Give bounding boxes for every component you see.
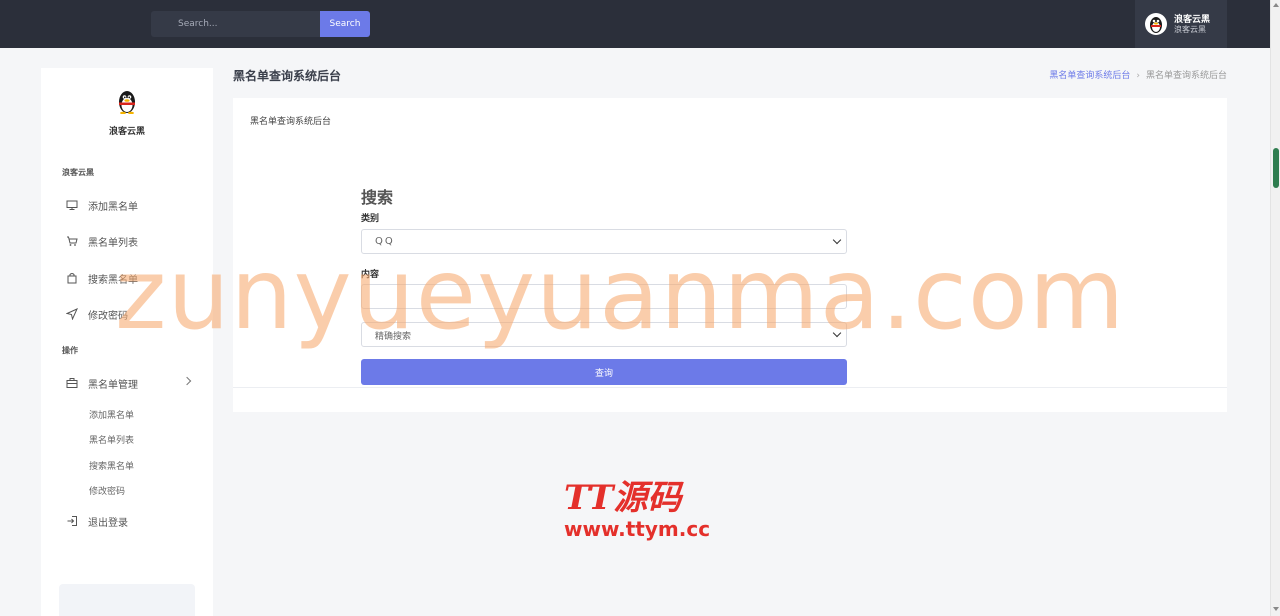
form-heading: 搜索 <box>361 188 394 207</box>
sidebar-item-blacklist[interactable]: 黑名单列表 <box>41 228 213 254</box>
page-title: 黑名单查询系统后台 <box>233 69 342 83</box>
category-label: 类别 <box>361 214 380 224</box>
search-input[interactable] <box>151 11 321 37</box>
search-bar: Search <box>151 11 370 37</box>
sidebar-item-label: 黑名单管理 <box>88 379 138 391</box>
sidebar-username: 浪客云黑 <box>108 127 145 137</box>
sidebar-item-label: 搜索黑名单 <box>88 274 138 286</box>
category-select-value: QQ <box>375 236 395 247</box>
sidebar-subitem-blacklist[interactable]: 黑名单列表 <box>89 433 134 446</box>
sidebar-item-change-password[interactable]: 修改密码 <box>41 301 213 327</box>
sidebar-subitem-search-blacklist[interactable]: 搜索黑名单 <box>89 459 134 472</box>
search-card: 黑名单查询系统后台 搜索 类别 QQ 内容 精确搜索 查询 <box>233 98 1227 412</box>
sidebar-item-search-blacklist[interactable]: 搜索黑名单 <box>41 265 213 291</box>
top-navbar: Search 浪客云黑 浪客云黑 <box>0 0 1270 48</box>
sidebar-item-label: 添加黑名单 <box>88 201 138 213</box>
sidebar-item-label: 黑名单列表 <box>88 237 138 249</box>
chevron-right-icon <box>182 376 192 386</box>
sidebar-section-heading: 浪客云黑 <box>62 168 94 177</box>
user-menu[interactable]: 浪客云黑 浪客云黑 <box>1135 0 1227 48</box>
user-avatar <box>1145 13 1167 35</box>
search-button[interactable]: Search <box>320 11 370 37</box>
bag-icon <box>67 273 77 284</box>
sidebar-section-heading: 操作 <box>62 346 78 355</box>
card-title: 黑名单查询系统后台 <box>250 117 332 127</box>
sidebar-item-blacklist-manage[interactable]: 黑名单管理 <box>41 370 213 396</box>
chevron-down-icon <box>832 328 842 338</box>
breadcrumb: 黑名单查询系统后台 › 黑名单查询系统后台 <box>1049 68 1227 81</box>
logout-icon <box>67 516 77 526</box>
category-select[interactable]: QQ <box>361 229 847 254</box>
send-icon <box>66 308 78 320</box>
penguin-icon <box>1150 17 1162 33</box>
chevron-down-icon <box>832 235 842 245</box>
page-scrollbar[interactable] <box>1270 0 1280 616</box>
sidebar-item-label: 修改密码 <box>88 310 128 322</box>
sidebar-subitem-change-password[interactable]: 修改密码 <box>89 484 125 497</box>
user-role: 浪客云黑 <box>1174 25 1206 34</box>
breadcrumb-current: 黑名单查询系统后台 <box>1145 71 1227 81</box>
sidebar-promo-card <box>59 584 195 616</box>
watermark-url: www.ttym.cc <box>564 517 711 541</box>
card-divider <box>233 387 1227 388</box>
search-mode-select[interactable]: 精确搜索 <box>361 322 847 347</box>
breadcrumb-link[interactable]: 黑名单查询系统后台 <box>1049 71 1130 81</box>
sidebar-subitem-add-blacklist[interactable]: 添加黑名单 <box>89 408 134 421</box>
sidebar-item-logout[interactable]: 退出登录 <box>41 508 213 534</box>
briefcase-icon <box>66 378 78 388</box>
sidebar-item-add-blacklist[interactable]: 添加黑名单 <box>41 192 213 218</box>
content-label: 内容 <box>361 270 380 280</box>
scroll-thumb[interactable] <box>1273 148 1279 188</box>
penguin-icon <box>119 91 135 114</box>
sidebar-item-label: 退出登录 <box>88 517 128 529</box>
scroll-up-icon[interactable] <box>1273 3 1279 7</box>
watermark-logo: TT源码 <box>564 478 682 518</box>
query-button[interactable]: 查询 <box>361 359 847 385</box>
sidebar: 浪客云黑 浪客云黑 添加黑名单 黑名单列表 搜索黑名单 修改密码 操作 黑名单管… <box>41 68 213 616</box>
monitor-icon <box>66 200 78 210</box>
search-mode-value: 精确搜索 <box>375 332 412 342</box>
cart-icon <box>67 236 78 246</box>
content-input[interactable] <box>361 284 847 309</box>
scroll-down-icon[interactable] <box>1273 607 1279 611</box>
breadcrumb-separator: › <box>1136 71 1140 81</box>
